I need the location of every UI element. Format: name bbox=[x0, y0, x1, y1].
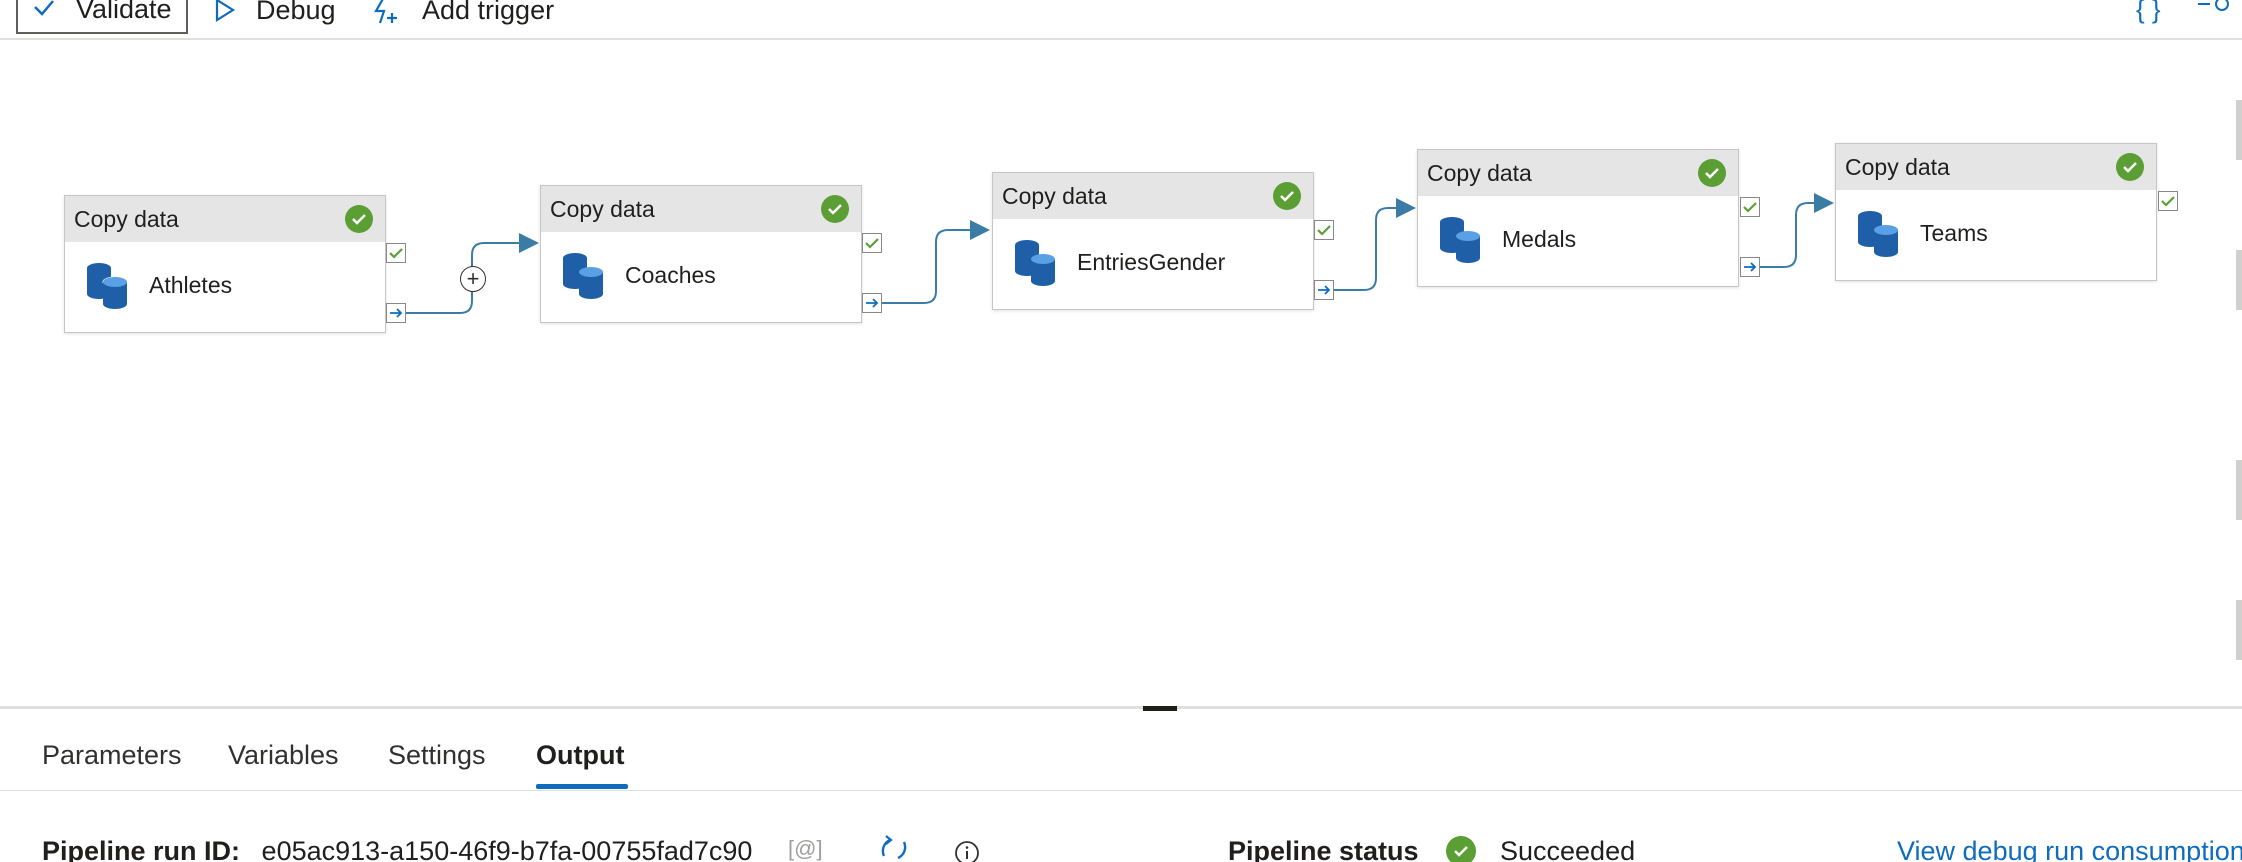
run-id-value: e05ac913-a150-46f9-b7fa-00755fad7c90 bbox=[261, 836, 753, 862]
completion-port[interactable] bbox=[386, 303, 406, 323]
debug-button[interactable]: Debug bbox=[214, 0, 336, 34]
tab-parameters[interactable]: Parameters bbox=[42, 740, 182, 771]
completion-port[interactable] bbox=[862, 293, 882, 313]
database-icon bbox=[87, 263, 128, 309]
success-port[interactable] bbox=[2158, 191, 2178, 211]
connector-medals-teams bbox=[1760, 193, 1834, 268]
success-port[interactable] bbox=[1314, 220, 1334, 240]
add-trigger-label: Add trigger bbox=[422, 0, 555, 25]
activity-header: Copy data bbox=[1418, 150, 1738, 196]
activity-name: Coaches bbox=[625, 262, 716, 288]
add-activity-plus-icon[interactable]: + bbox=[460, 266, 486, 292]
database-icon bbox=[563, 253, 603, 299]
add-trigger-button[interactable]: Add trigger bbox=[372, 0, 554, 34]
activity-header: Copy data bbox=[993, 173, 1313, 219]
canvas-side-tab[interactable] bbox=[2236, 600, 2242, 660]
pipeline-canvas[interactable]: + Copy data Athletes Copy data Coaches C… bbox=[0, 40, 2242, 705]
activity-type: Copy data bbox=[1002, 182, 1107, 209]
validate-label: Validate bbox=[76, 0, 172, 24]
success-port[interactable] bbox=[1740, 197, 1760, 217]
success-check-icon bbox=[821, 195, 849, 223]
activity-name: Teams bbox=[1920, 220, 1988, 246]
activity-type: Copy data bbox=[1427, 159, 1532, 186]
activity-type: Copy data bbox=[1845, 153, 1950, 180]
success-check-icon bbox=[345, 205, 373, 233]
connector-entriesgender-medals bbox=[1334, 198, 1416, 291]
activity-name: Athletes bbox=[149, 272, 233, 298]
success-port[interactable] bbox=[386, 243, 406, 263]
canvas-side-tab[interactable] bbox=[2236, 100, 2242, 160]
view-debug-run-consumption-link[interactable]: View debug run consumption bbox=[1897, 836, 2242, 862]
active-tab-indicator bbox=[536, 784, 628, 789]
info-icon[interactable] bbox=[954, 840, 980, 862]
activity-copy-teams[interactable]: Copy data Teams bbox=[1835, 143, 2157, 281]
panel-splitter[interactable] bbox=[0, 706, 2242, 709]
activity-header: Copy data bbox=[541, 186, 861, 232]
activity-copy-coaches[interactable]: Copy data Coaches bbox=[540, 185, 862, 323]
succeeded-check-icon bbox=[1446, 836, 1476, 862]
database-icon bbox=[1015, 240, 1055, 286]
activity-copy-athletes[interactable]: Copy data Athletes bbox=[64, 195, 386, 333]
tab-variables[interactable]: Variables bbox=[228, 740, 339, 771]
checkmark-icon bbox=[34, 0, 54, 16]
activity-header: Copy data bbox=[65, 196, 385, 242]
run-id-row: Pipeline run ID: e05ac913-a150-46f9-b7fa… bbox=[42, 836, 752, 862]
database-icon bbox=[1440, 217, 1480, 263]
copy-icon[interactable]: [@] bbox=[788, 836, 823, 862]
run-id-label: Pipeline run ID: bbox=[42, 836, 241, 862]
pipeline-status-row: Pipeline status bbox=[1228, 836, 1419, 862]
validate-button[interactable]: Validate bbox=[16, 0, 188, 34]
properties-icon[interactable] bbox=[2196, 0, 2232, 14]
database-icon bbox=[1858, 211, 1898, 257]
activity-header: Copy data bbox=[1836, 144, 2156, 190]
success-check-icon bbox=[1273, 182, 1301, 210]
bottom-panel-tabs: Parameters Variables Settings Output bbox=[0, 710, 2242, 791]
play-icon bbox=[215, 0, 236, 22]
success-check-icon bbox=[2116, 153, 2144, 181]
activity-type: Copy data bbox=[550, 195, 655, 222]
activity-copy-entriesgender[interactable]: Copy data EntriesGender bbox=[992, 172, 1314, 310]
activity-name: Medals bbox=[1502, 226, 1577, 252]
refresh-icon[interactable] bbox=[876, 834, 912, 862]
tab-output[interactable]: Output bbox=[536, 740, 624, 771]
lightning-add-icon bbox=[374, 0, 397, 24]
pipeline-status-value: Succeeded bbox=[1500, 836, 1636, 862]
pipeline-status-label: Pipeline status bbox=[1228, 836, 1419, 862]
success-check-icon bbox=[1698, 159, 1726, 187]
tab-settings[interactable]: Settings bbox=[388, 740, 486, 771]
code-braces-icon[interactable]: { } bbox=[2136, 0, 2161, 25]
completion-port[interactable] bbox=[1314, 280, 1334, 300]
activity-type: Copy data bbox=[74, 205, 179, 232]
canvas-side-tab[interactable] bbox=[2236, 460, 2242, 520]
canvas-side-tab[interactable] bbox=[2236, 250, 2242, 310]
activity-copy-medals[interactable]: Copy data Medals bbox=[1417, 149, 1739, 287]
success-port[interactable] bbox=[862, 233, 882, 253]
pipeline-editor: Validate Debug Add trigger { } + Copy da… bbox=[0, 0, 2242, 862]
activity-name: EntriesGender bbox=[1077, 249, 1226, 275]
debug-label: Debug bbox=[256, 0, 336, 25]
pipeline-toolbar: Validate Debug Add trigger { } bbox=[0, 0, 2242, 40]
connector-coaches-entriesgender bbox=[882, 220, 990, 304]
connector-layer bbox=[406, 193, 1834, 314]
completion-port[interactable] bbox=[1740, 257, 1760, 277]
